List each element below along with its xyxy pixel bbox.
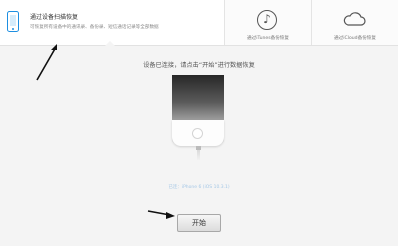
- active-tab-indicator: [105, 41, 115, 46]
- mode-tab-bar: 通过设备扫描恢复 可恢复所有设备中的通讯录、备份录、短信通话记录等全部数据 ♪ …: [0, 0, 398, 46]
- mode-itunes-label: 通过iTunes备份恢复: [247, 36, 289, 41]
- home-button-illustration: [192, 128, 203, 139]
- connected-device-name: 已连：iPhone 6 (iOS 10.3.1): [168, 185, 230, 190]
- mode-icloud-label: 通过iCloud备份恢复: [334, 36, 376, 41]
- cloud-icon: [343, 12, 366, 26]
- music-note-icon: ♪: [257, 10, 277, 30]
- phone-icon: [7, 11, 19, 32]
- mode-icloud-tab[interactable]: 通过iCloud备份恢复: [311, 0, 398, 45]
- mode-device-scan-description: 可恢复所有设备中的通讯录、备份录、短信通话记录等全部数据: [30, 25, 159, 30]
- cable-connector-illustration: [196, 146, 201, 150]
- mode-device-scan-tab[interactable]: 通过设备扫描恢复 可恢复所有设备中的通讯录、备份录、短信通话记录等全部数据: [0, 0, 224, 46]
- start-button[interactable]: 开始: [177, 214, 221, 232]
- annotation-arrow-to-start: [147, 210, 175, 219]
- mode-itunes-tab[interactable]: ♪ 通过iTunes备份恢复: [224, 0, 311, 45]
- connection-instruction: 设备已连接，请点击“开始”进行数据恢复: [143, 62, 255, 69]
- mode-device-scan-title: 通过设备扫描恢复: [30, 14, 79, 21]
